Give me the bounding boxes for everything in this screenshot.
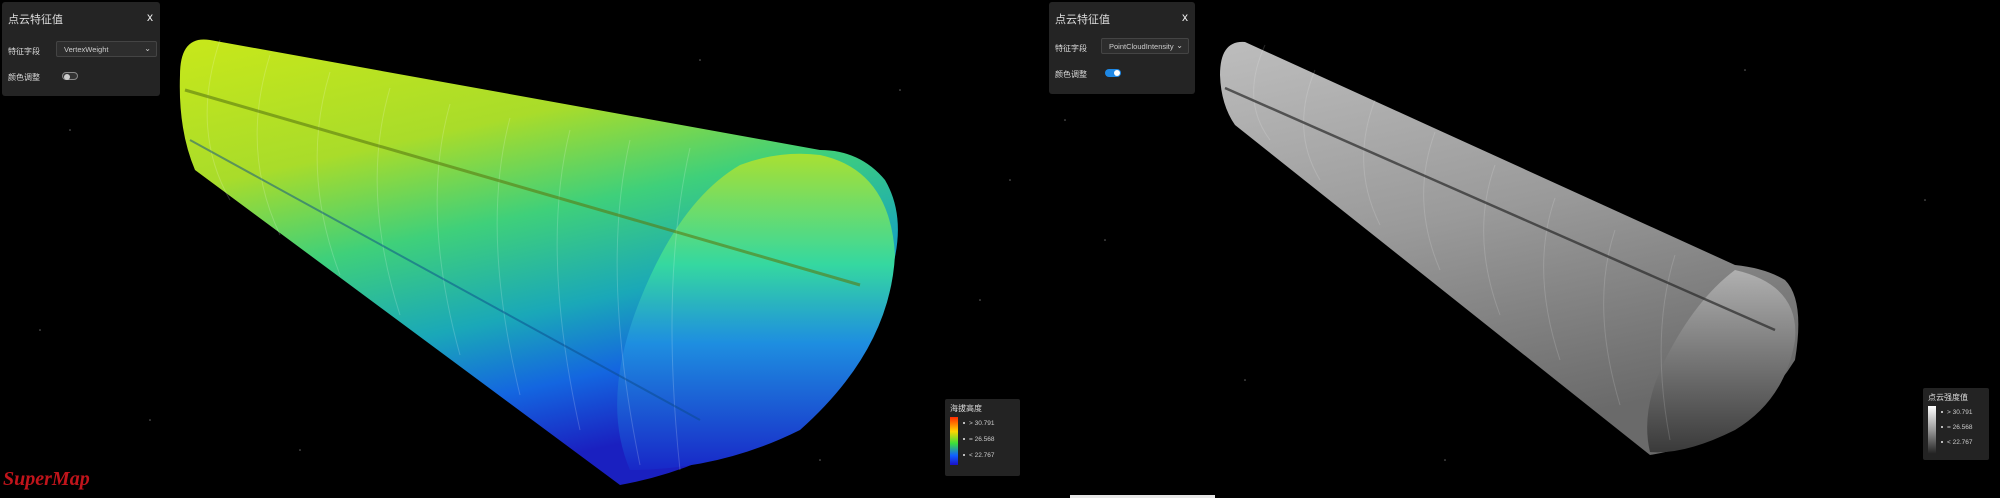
legend-gradient-bar bbox=[950, 417, 958, 465]
panel-title: 点云特征值 bbox=[8, 14, 63, 26]
legend-tick-mid: = 26.568 bbox=[1941, 424, 1972, 431]
color-adjust-label: 颜色调整 bbox=[1055, 70, 1087, 79]
toggle-knob bbox=[64, 74, 70, 80]
feature-field-value: PointCloudIntensity bbox=[1109, 42, 1174, 51]
toggle-knob bbox=[1114, 70, 1120, 76]
legend-tick-min: < 22.767 bbox=[963, 452, 994, 459]
feature-field-value: VertexWeight bbox=[64, 45, 109, 54]
right-3d-viewport[interactable]: 点云特征值 x 特征字段 PointCloudIntensity ⌄ 颜色调整 … bbox=[1045, 0, 2000, 498]
chevron-down-icon: ⌄ bbox=[1176, 41, 1183, 50]
legend-tick-min: < 22.767 bbox=[1941, 439, 1972, 446]
panel-title: 点云特征值 bbox=[1055, 14, 1110, 26]
legend-gradient-bar bbox=[1928, 406, 1936, 454]
left-legend: 海拔高度 > 30.791 = 26.568 < 22.767 bbox=[945, 399, 1020, 476]
left-3d-viewport[interactable]: 点云特征值 x 特征字段 VertexWeight ⌄ 颜色调整 海拔高度 > … bbox=[0, 0, 1040, 498]
legend-tick-mid: = 26.568 bbox=[963, 436, 994, 443]
legend-title: 海拔高度 bbox=[950, 404, 982, 413]
supermap-logo: SuperMap bbox=[3, 468, 90, 490]
field-label: 特征字段 bbox=[8, 47, 40, 56]
right-feature-panel: 点云特征值 x 特征字段 PointCloudIntensity ⌄ 颜色调整 bbox=[1049, 2, 1195, 94]
color-adjust-toggle[interactable] bbox=[62, 72, 78, 80]
legend-title: 点云强度值 bbox=[1928, 393, 1968, 402]
feature-field-select[interactable]: VertexWeight ⌄ bbox=[56, 41, 157, 57]
close-icon[interactable]: x bbox=[147, 10, 153, 24]
legend-tick-max: > 30.791 bbox=[1941, 409, 1972, 416]
left-feature-panel: 点云特征值 x 特征字段 VertexWeight ⌄ 颜色调整 bbox=[2, 2, 160, 96]
color-adjust-toggle[interactable] bbox=[1105, 69, 1121, 77]
chevron-down-icon: ⌄ bbox=[144, 44, 151, 53]
feature-field-select[interactable]: PointCloudIntensity ⌄ bbox=[1101, 38, 1189, 54]
field-label: 特征字段 bbox=[1055, 44, 1087, 53]
right-legend: 点云强度值 > 30.791 = 26.568 < 22.767 bbox=[1923, 388, 1989, 460]
color-adjust-label: 颜色调整 bbox=[8, 73, 40, 82]
close-icon[interactable]: x bbox=[1182, 10, 1188, 24]
legend-tick-max: > 30.791 bbox=[963, 420, 994, 427]
